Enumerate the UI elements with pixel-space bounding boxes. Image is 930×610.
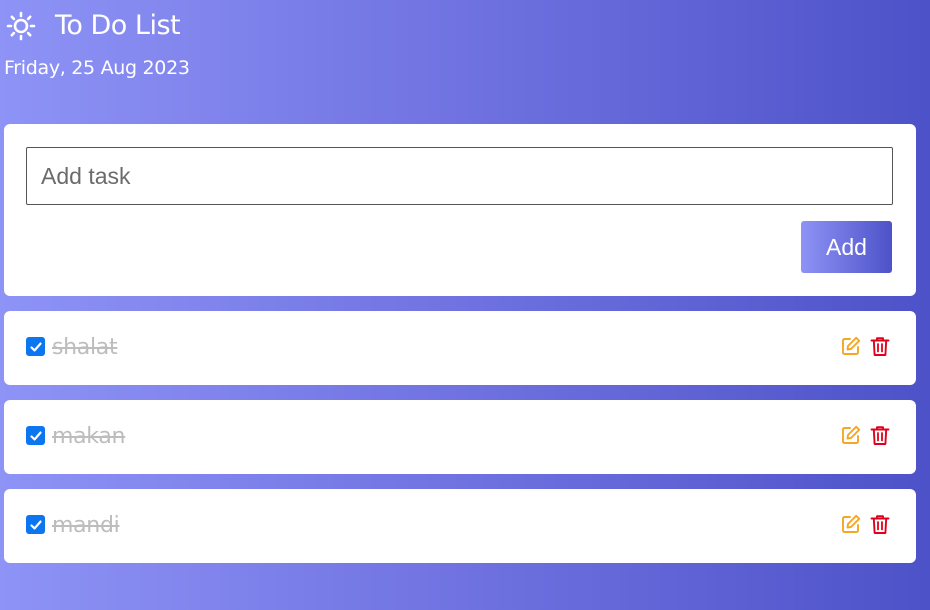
- task-checkbox[interactable]: [26, 426, 45, 445]
- trash-icon[interactable]: [870, 425, 890, 446]
- edit-icon[interactable]: [841, 514, 861, 534]
- add-button[interactable]: Add: [801, 221, 892, 273]
- edit-icon[interactable]: [841, 425, 861, 445]
- task-text: mandi: [52, 513, 120, 538]
- task-text: makan: [52, 424, 126, 449]
- trash-icon[interactable]: [870, 514, 890, 535]
- task-item: mandi: [4, 489, 916, 563]
- task-checkbox[interactable]: [26, 337, 45, 356]
- task-text: shalat: [52, 335, 118, 360]
- page-title: To Do List: [55, 10, 181, 41]
- current-date: Friday, 25 Aug 2023: [4, 57, 190, 79]
- trash-icon[interactable]: [870, 336, 890, 357]
- add-task-input[interactable]: [26, 147, 893, 205]
- task-item: makan: [4, 400, 916, 474]
- add-task-card: Add: [4, 124, 916, 296]
- sun-icon[interactable]: [6, 11, 36, 41]
- task-checkbox[interactable]: [26, 515, 45, 534]
- edit-icon[interactable]: [841, 336, 861, 356]
- task-item: shalat: [4, 311, 916, 385]
- app-header: To Do List: [6, 9, 181, 43]
